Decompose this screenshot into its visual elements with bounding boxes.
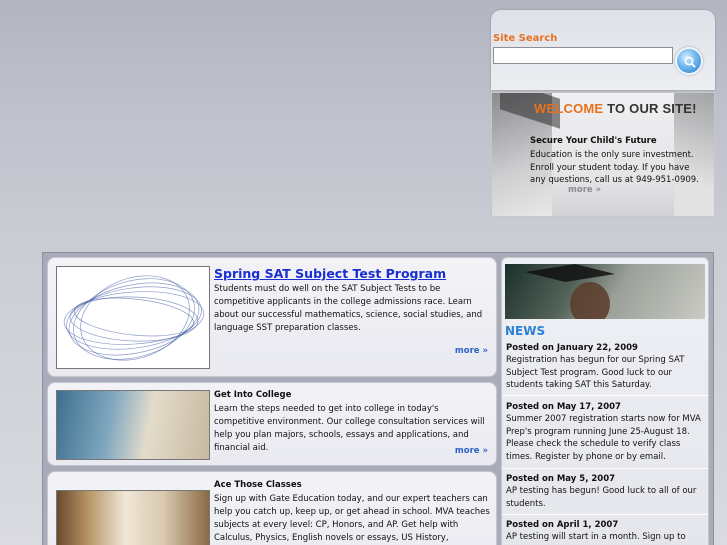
card-title: Ace Those Classes: [214, 480, 302, 490]
search-icon: [684, 56, 696, 68]
card-image-ribbon: [56, 266, 210, 369]
welcome-more-link[interactable]: more »: [568, 185, 601, 195]
card-title-link[interactable]: Spring SAT Subject Test Program: [214, 266, 446, 281]
news-text: AP testing has begun! Good luck to all o…: [506, 486, 697, 509]
card-title: Get Into College: [214, 390, 292, 400]
site-search-label: Site Search: [493, 33, 558, 44]
welcome-subtitle: Secure Your Child's Future: [530, 136, 657, 146]
news-text: Registration has begun for our Spring SA…: [506, 355, 685, 390]
news-graduate-photo: [505, 264, 705, 319]
card-body: Sign up with Gate Education today, and o…: [214, 494, 490, 543]
news-text: Summer 2007 registration starts now for …: [506, 414, 701, 462]
news-date: Posted on May 5, 2007: [506, 474, 616, 484]
search-button[interactable]: [675, 47, 703, 75]
news-date: Posted on May 17, 2007: [506, 402, 621, 412]
news-date: Posted on April 1, 2007: [506, 520, 619, 530]
news-panel: NEWS Posted on January 22, 2009 Registra…: [501, 257, 709, 545]
card-ace-those-classes: Ace Those Classes Sign up with Gate Educ…: [47, 471, 497, 545]
card-sat-subject-test: Spring SAT Subject Test Program Students…: [47, 257, 497, 377]
main-content: Spring SAT Subject Test Program Students…: [42, 252, 714, 545]
card-image-reader: [56, 490, 210, 545]
news-date: Posted on January 22, 2009: [506, 343, 638, 353]
card-get-into-college: Get Into College Learn the steps needed …: [47, 382, 497, 466]
news-item: Posted on April 1, 2007 AP testing will …: [502, 519, 708, 545]
news-heading: NEWS: [505, 324, 546, 338]
card-more-link[interactable]: more »: [455, 446, 488, 456]
news-text: AP testing will start in a month. Sign u…: [506, 532, 686, 542]
card-body: Learn the steps needed to get into colle…: [214, 404, 485, 453]
welcome-body: Education is the only sure investment. E…: [530, 150, 699, 185]
card-body: Students must do well on the SAT Subject…: [214, 284, 483, 333]
card-more-link[interactable]: more »: [455, 346, 488, 356]
welcome-title: WELCOME TO OUR SITE!: [534, 101, 697, 116]
news-item: Posted on May 17, 2007 Summer 2007 regis…: [502, 401, 708, 469]
news-item: Posted on May 5, 2007 AP testing has beg…: [502, 473, 708, 515]
card-image-students: [56, 390, 210, 460]
news-item: Posted on January 22, 2009 Registration …: [502, 342, 708, 396]
search-input[interactable]: [493, 47, 673, 64]
site-search-panel: Site Search: [491, 10, 715, 90]
welcome-banner: WELCOME TO OUR SITE! Secure Your Child's…: [491, 92, 715, 217]
